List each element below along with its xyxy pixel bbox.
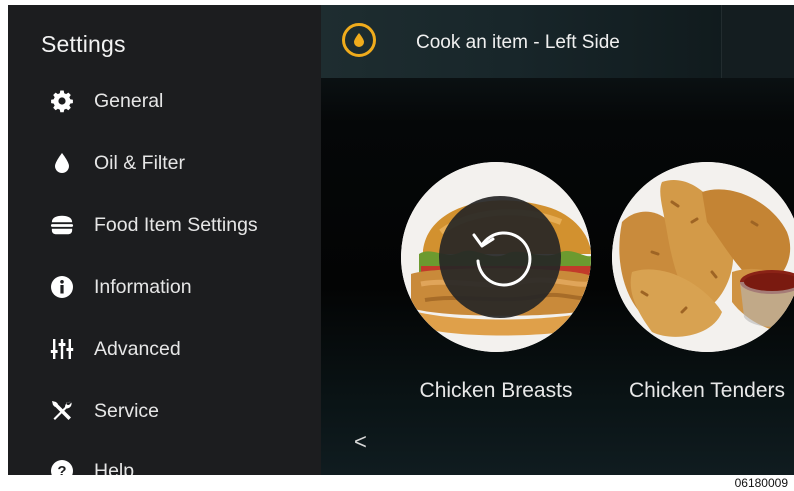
svg-text:?: ? (57, 463, 66, 475)
oil-status-badge[interactable] (342, 23, 376, 57)
cook-panel: Cook an item - Left Side Chicken Breasts… (321, 5, 794, 475)
settings-sidebar: Settings General Oil & Filter Food Item … (8, 5, 321, 475)
oil-drop-icon (50, 151, 74, 175)
chicken-tenders-image (612, 162, 794, 352)
sidebar-item-service[interactable]: Service (8, 387, 321, 435)
undo-button[interactable] (439, 196, 561, 318)
sidebar-title: Settings (41, 31, 126, 57)
scroll-left-button[interactable]: < (354, 429, 367, 455)
fryer-screen: Settings General Oil & Filter Food Item … (8, 5, 794, 475)
info-icon (50, 275, 74, 299)
page-title: Cook an item - Left Side (416, 32, 620, 53)
sidebar-item-information[interactable]: Information (8, 263, 321, 311)
gear-icon (50, 89, 74, 113)
burger-icon (50, 213, 74, 237)
figure-id: 06180009 (734, 476, 788, 490)
food-item-label: Chicken Breasts (419, 379, 573, 402)
oil-drop-icon (353, 32, 365, 48)
sidebar-item-oil-filter[interactable]: Oil & Filter (8, 139, 321, 187)
sidebar-item-food-item-settings[interactable]: Food Item Settings (8, 201, 321, 249)
chicken-breasts-image (401, 162, 591, 352)
sidebar-item-label: Help (94, 459, 135, 476)
sidebar-item-label: Information (94, 275, 192, 298)
sliders-icon (50, 337, 74, 361)
tools-icon (50, 399, 74, 423)
sidebar-item-label: Advanced (94, 337, 181, 360)
sidebar-item-help[interactable]: ? Help (8, 447, 321, 475)
sidebar-item-advanced[interactable]: Advanced (8, 325, 321, 373)
sidebar-item-label: Oil & Filter (94, 151, 186, 174)
sidebar-item-label: General (94, 89, 164, 112)
header-bar: Cook an item - Left Side (321, 5, 794, 78)
sidebar-item-general[interactable]: General (8, 77, 321, 125)
food-item-label: Chicken Tenders (628, 379, 786, 402)
undo-icon (464, 221, 536, 293)
sidebar-item-label: Service (94, 399, 160, 422)
sidebar-item-label: Food Item Settings (94, 213, 258, 236)
help-icon: ? (50, 459, 74, 475)
header-action-area[interactable] (721, 5, 794, 78)
